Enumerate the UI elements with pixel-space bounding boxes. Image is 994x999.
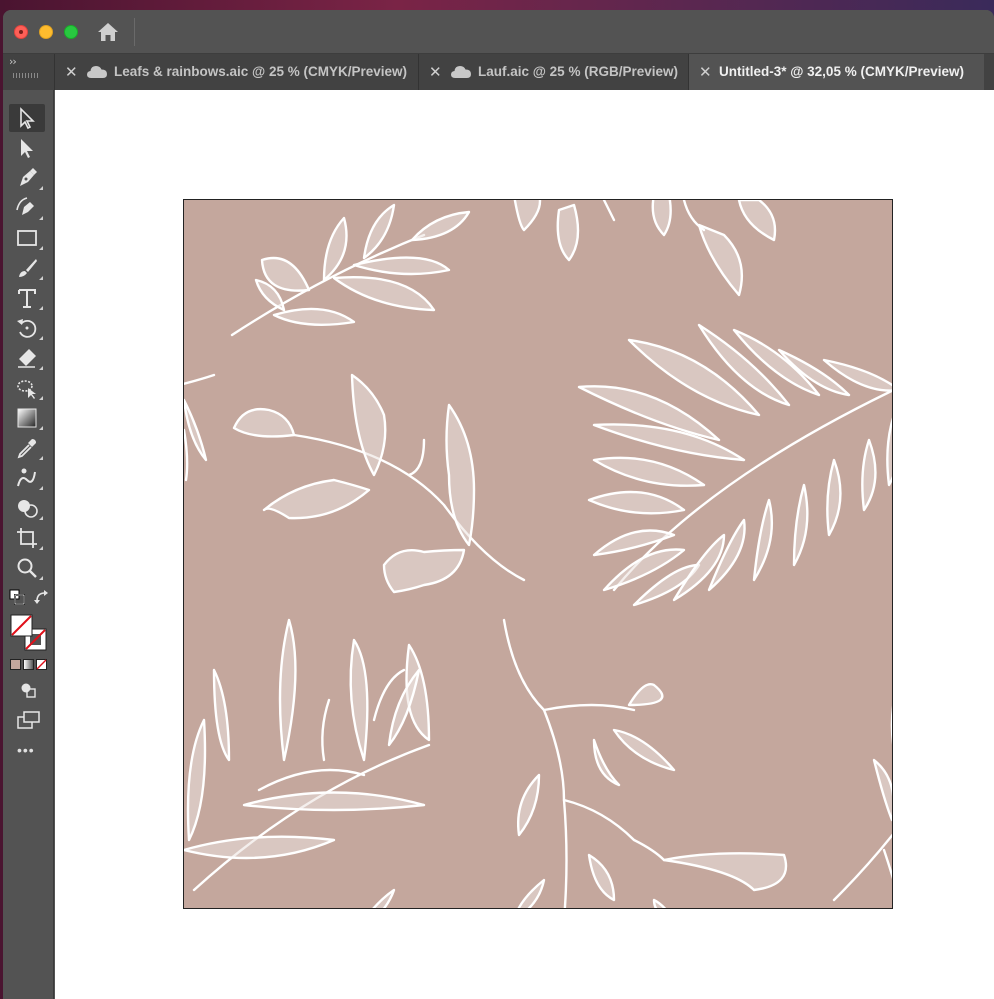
- close-tab-icon[interactable]: ✕: [699, 63, 712, 81]
- eraser-tool[interactable]: [9, 344, 45, 372]
- canvas-area[interactable]: [55, 90, 994, 999]
- zoom-tool-icon: [17, 558, 37, 578]
- eraser-tool-icon: [18, 349, 36, 368]
- artboard[interactable]: [183, 199, 893, 909]
- tab-label: Untitled-3* @ 32,05 % (CMYK/Preview): [719, 64, 964, 79]
- leaf-sprig-top-middle: [513, 200, 777, 297]
- tab-label: Lauf.aic @ 25 % (RGB/Preview): [478, 64, 678, 79]
- panel-collapse-toggle[interactable]: ››: [3, 54, 53, 90]
- rectangle-tool-icon: [17, 230, 37, 246]
- rotate-tool[interactable]: [9, 314, 45, 342]
- tab-label: Leafs & rainbows.aic @ 25 % (CMYK/Previe…: [114, 64, 408, 79]
- gradient-tool-icon: [17, 408, 37, 428]
- tab-leafs-rainbows[interactable]: ✕ Leafs & rainbows.aic @ 25 % (CMYK/Prev…: [54, 54, 418, 90]
- gradient-tool[interactable]: [9, 404, 45, 432]
- title-bar: [3, 10, 994, 54]
- paintbrush-tool[interactable]: [9, 254, 45, 282]
- document-tab-bar: ›› ✕ Leafs & rainbows.aic @ 25 % (CMYK/P…: [3, 54, 994, 90]
- illustrator-window: ›› ✕ Leafs & rainbows.aic @ 25 % (CMYK/P…: [3, 10, 994, 999]
- leaf-branch-bottom-middle: [502, 618, 788, 908]
- color-mode-buttons: [10, 659, 48, 670]
- blend-tool[interactable]: [9, 464, 45, 492]
- artboard-tool-icon: [17, 528, 37, 548]
- collapse-chevrons-icon[interactable]: ››: [9, 55, 17, 68]
- pen-tool-icon: [20, 168, 37, 186]
- maximize-window-button[interactable]: [64, 25, 78, 39]
- edit-toolbar-button[interactable]: •••: [17, 742, 35, 758]
- leaf-sprig-top-left: [230, 203, 471, 337]
- pen-tool[interactable]: [9, 164, 45, 192]
- home-icon[interactable]: [96, 21, 120, 43]
- gradient-mode-button[interactable]: [23, 659, 34, 670]
- paintbrush-tool-icon: [19, 259, 37, 277]
- type-tool-icon: [18, 289, 36, 308]
- shape-builder-tool-icon: [18, 500, 38, 518]
- cloud-document-icon: [87, 66, 107, 78]
- type-tool[interactable]: [9, 284, 45, 312]
- color-mode-button[interactable]: [10, 659, 21, 670]
- close-tab-icon[interactable]: ✕: [429, 63, 442, 81]
- leaf-sprig-right-edge: [832, 705, 892, 902]
- leaf-cluster-bottom-left: [184, 618, 431, 908]
- artboard-tool[interactable]: [9, 524, 45, 552]
- eyedropper-tool[interactable]: [9, 434, 45, 462]
- selection-tool[interactable]: [9, 104, 45, 132]
- eyedropper-tool-icon: [17, 439, 36, 459]
- tab-untitled-3[interactable]: ✕ Untitled-3* @ 32,05 % (CMYK/Preview): [688, 54, 984, 90]
- fill-swatch[interactable]: [10, 614, 33, 637]
- curvature-tool-icon: [16, 197, 34, 215]
- draw-mode-icon[interactable]: [19, 681, 37, 699]
- selection-tool-icon: [20, 107, 35, 130]
- leaf-pattern-artwork: [184, 200, 892, 908]
- tab-lauf[interactable]: ✕ Lauf.aic @ 25 % (RGB/Preview): [418, 54, 688, 90]
- minimize-window-button[interactable]: [39, 25, 53, 39]
- leaf-branch-center-left: [232, 373, 526, 594]
- title-separator: [134, 18, 135, 46]
- direct-selection-tool-icon: [21, 139, 33, 158]
- close-window-button[interactable]: [14, 25, 28, 39]
- blend-tool-icon: [17, 468, 36, 487]
- puppet-warp-tool[interactable]: [9, 374, 45, 402]
- rectangle-tool[interactable]: [9, 224, 45, 252]
- close-tab-icon[interactable]: ✕: [65, 63, 78, 81]
- default-fill-stroke-icon[interactable]: [9, 589, 25, 605]
- fern-frond-right: [577, 323, 892, 607]
- zoom-tool[interactable]: [9, 554, 45, 582]
- swap-fill-stroke-icon[interactable]: [34, 589, 50, 605]
- tools-panel: •••: [3, 90, 54, 999]
- puppet-warp-tool-icon: [17, 380, 36, 399]
- none-mode-button[interactable]: [36, 659, 47, 670]
- screen-mode-icon[interactable]: [17, 710, 41, 730]
- direct-selection-tool[interactable]: [9, 134, 45, 162]
- toolbar-grip-handle[interactable]: [13, 73, 39, 78]
- rotate-tool-icon: [17, 319, 37, 338]
- curvature-tool[interactable]: [9, 194, 45, 222]
- cloud-document-icon: [451, 66, 471, 78]
- leaf-sprig-left-edge: [184, 373, 216, 482]
- shape-builder-tool[interactable]: [9, 494, 45, 522]
- fill-stroke-swatches: [10, 614, 50, 652]
